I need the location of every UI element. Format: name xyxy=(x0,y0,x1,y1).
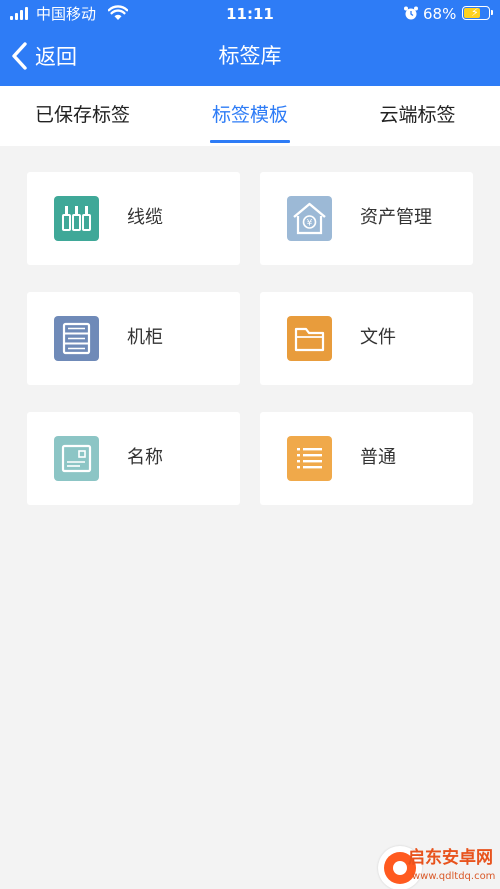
asset-house-icon: ¥ xyxy=(287,196,332,241)
template-card-asset-management[interactable]: ¥ 资产管理 xyxy=(260,172,473,265)
svg-text:¥: ¥ xyxy=(307,219,313,229)
navigation-bar: 返回 标签库 xyxy=(0,28,500,86)
template-card-name[interactable]: 名称 xyxy=(27,412,240,505)
template-label: 线缆 xyxy=(127,207,163,228)
folder-icon xyxy=(287,316,332,361)
app-header: 中国移动 11:11 68% ⚡ 返回 标签库 xyxy=(0,0,500,86)
alarm-clock-icon xyxy=(404,6,418,20)
template-card-cable[interactable]: 线缆 xyxy=(27,172,240,265)
cabinet-icon xyxy=(54,316,99,361)
battery-percent: 68% xyxy=(423,5,457,23)
tab-label-templates[interactable]: 标签模板 xyxy=(200,86,300,146)
tab-bar: 已保存标签 标签模板 云端标签 xyxy=(0,86,500,146)
watermark-url: www.qdltdq.com xyxy=(412,871,496,882)
battery-icon: ⚡ xyxy=(462,6,493,20)
template-card-file[interactable]: 文件 xyxy=(260,292,473,385)
template-card-cabinet[interactable]: 机柜 xyxy=(27,292,240,385)
template-card-general[interactable]: 普通 xyxy=(260,412,473,505)
template-label: 机柜 xyxy=(127,327,163,348)
template-label: 普通 xyxy=(360,447,396,468)
cable-icon xyxy=(54,196,99,241)
tab-cloud-labels[interactable]: 云端标签 xyxy=(355,86,480,146)
active-tab-indicator xyxy=(210,140,290,143)
template-label: 资产管理 xyxy=(360,207,432,228)
page-title: 标签库 xyxy=(218,44,282,68)
watermark-name: 启东安卓网 xyxy=(408,848,493,868)
tab-saved-labels[interactable]: 已保存标签 xyxy=(20,86,145,146)
template-label: 名称 xyxy=(127,447,163,468)
template-label: 文件 xyxy=(360,327,396,348)
site-watermark: 启东安卓网 www.qdltdq.com xyxy=(360,842,500,889)
list-icon xyxy=(287,436,332,481)
status-bar: 中国移动 11:11 68% ⚡ xyxy=(0,0,500,28)
name-card-icon xyxy=(54,436,99,481)
